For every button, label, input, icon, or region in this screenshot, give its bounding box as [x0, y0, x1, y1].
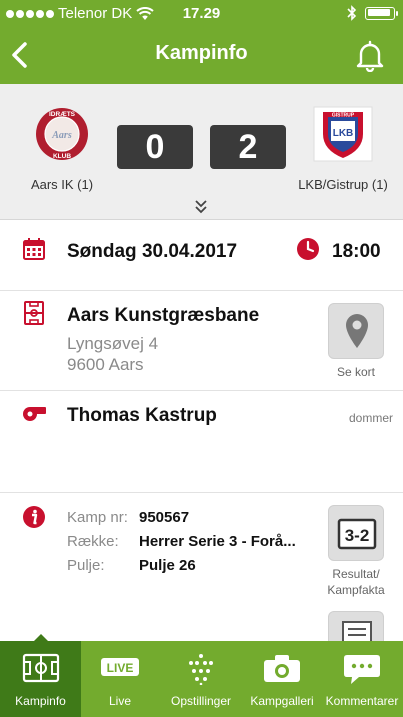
whistle-icon	[23, 407, 46, 421]
result-button-label[interactable]: Resultat/ Kampfakta	[313, 566, 399, 598]
tab-kommentarer[interactable]: Kommentarer	[321, 641, 403, 717]
live-icon: LIVE	[101, 658, 139, 676]
tab-label: Live	[108, 694, 131, 708]
date-time-row: Søndag 30.04.2017 18:00	[0, 221, 403, 291]
info-value: Pulje 26	[139, 557, 196, 574]
navigation-bar: Kampinfo	[0, 28, 403, 82]
map-button-label[interactable]: Se kort	[318, 365, 394, 379]
match-time: 18:00	[332, 241, 381, 262]
venue-address: Lyngsøvej 4 9600 Aars	[67, 333, 158, 375]
tab-kampinfo[interactable]: Kampinfo	[0, 634, 81, 717]
camera-icon	[264, 655, 300, 682]
tab-label: Kampinfo	[15, 694, 66, 708]
info-label: Række:	[67, 533, 119, 550]
venue-address-city: 9600 Aars	[67, 355, 144, 374]
home-team-logo: IDRÆTS Aars KLUB	[36, 108, 88, 160]
expand-chevrons-icon[interactable]	[193, 197, 209, 215]
info-pool: Pulje: Pulje 26	[67, 557, 296, 581]
away-team-logo: GISTRUP LKB	[313, 106, 373, 162]
lineup-dots-icon	[189, 654, 213, 685]
away-team[interactable]: GISTRUP LKB LKB/Gistrup (1)	[283, 106, 403, 192]
football-pitch-icon	[24, 301, 44, 325]
match-date: Søndag 30.04.2017	[67, 241, 238, 262]
info-icon	[23, 506, 45, 528]
referee-role: dommer	[348, 411, 393, 425]
tab-bar: Kampinfo LIVE Live Opstillinger Kampgall…	[0, 634, 403, 717]
tab-live[interactable]: LIVE Live	[81, 641, 159, 717]
match-info-table: Kamp nr: 950567 Række: Herrer Serie 3 - …	[67, 509, 296, 581]
scoreboard-icon: 3-2	[337, 518, 377, 550]
info-match-number: Kamp nr: 950567	[67, 509, 296, 533]
status-time: 17.29	[182, 5, 221, 22]
away-score: 2	[210, 125, 286, 169]
tab-kampgalleri[interactable]: Kampgalleri	[243, 641, 321, 717]
battery-fill	[367, 9, 390, 16]
home-team-name: Aars IK (1)	[30, 177, 94, 192]
page-title: Kampinfo	[155, 42, 248, 64]
venue-address-street: Lyngsøvej 4	[67, 334, 159, 353]
venue-name: Aars Kunstgræsbane	[67, 305, 260, 326]
svg-text:LKB: LKB	[333, 128, 354, 139]
status-right	[347, 5, 398, 21]
info-label: Kamp nr:	[67, 509, 128, 526]
home-team[interactable]: IDRÆTS Aars KLUB Aars IK (1)	[2, 106, 122, 192]
map-button[interactable]	[328, 303, 384, 359]
svg-text:KLUB: KLUB	[53, 153, 71, 160]
svg-text:LIVE: LIVE	[107, 661, 134, 675]
svg-text:IDRÆTS: IDRÆTS	[49, 111, 76, 118]
app-root: Telenor DK 17.29 Kampinfo IDRÆTS Aars KL…	[0, 0, 403, 717]
tab-label: Kommentarer	[325, 694, 399, 708]
bluetooth-icon	[347, 5, 357, 21]
info-value: Herrer Serie 3 - Forå...	[139, 533, 296, 550]
svg-text:GISTRUP: GISTRUP	[332, 113, 355, 119]
svg-text:Aars: Aars	[51, 130, 72, 141]
info-label: Pulje:	[67, 557, 105, 574]
tab-label: Kampgalleri	[250, 694, 314, 708]
pitch-icon	[22, 653, 59, 683]
away-team-name: LKB/Gistrup (1)	[298, 177, 388, 192]
referee-name: Thomas Kastrup	[67, 405, 217, 426]
calendar-icon	[23, 238, 45, 260]
info-value: 950567	[139, 509, 190, 526]
info-series: Række: Herrer Serie 3 - Forå...	[67, 533, 296, 557]
clock-icon	[297, 238, 319, 260]
top-bar: Telenor DK 17.29 Kampinfo	[0, 0, 403, 84]
status-bar: Telenor DK 17.29	[0, 0, 403, 28]
tab-opstillinger[interactable]: Opstillinger	[159, 641, 243, 717]
home-score: 0	[117, 125, 193, 169]
speech-bubble-icon	[344, 655, 380, 684]
referee-row: Thomas Kastrup dommer	[0, 391, 403, 493]
venue-row: Aars Kunstgræsbane Lyngsøvej 4 9600 Aars…	[0, 291, 403, 391]
tab-label: Opstillinger	[170, 694, 232, 708]
svg-text:3-2: 3-2	[345, 526, 370, 545]
score-header: IDRÆTS Aars KLUB Aars IK (1) 0 2 GISTRUP…	[0, 84, 403, 220]
battery-icon	[365, 6, 398, 20]
match-info-row: Kamp nr: 950567 Række: Herrer Serie 3 - …	[0, 493, 403, 653]
notification-bell-icon[interactable]	[353, 38, 387, 72]
result-button[interactable]: 3-2	[328, 505, 384, 561]
map-pin-icon	[346, 314, 368, 348]
